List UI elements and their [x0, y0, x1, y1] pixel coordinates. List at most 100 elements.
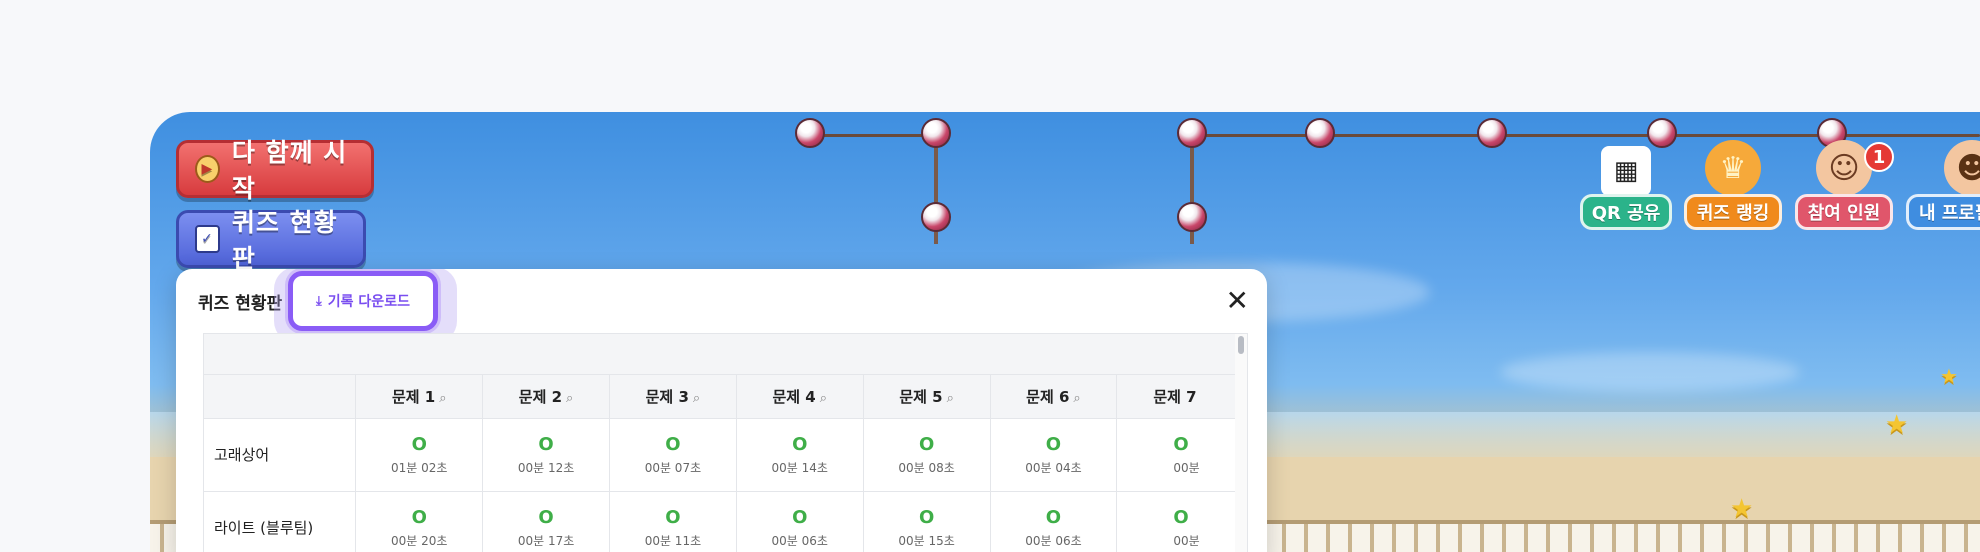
trophy-icon: ♛	[1705, 140, 1761, 196]
column-header[interactable]: 문제 7	[1116, 375, 1247, 419]
search-icon: ⌕	[566, 390, 574, 406]
column-label: 문제 4	[772, 387, 816, 406]
result-cell: O 00분 06초	[990, 491, 1118, 552]
download-record-label: 기록 다운로드	[327, 294, 410, 310]
answer-time: 00분 15초	[898, 533, 955, 548]
star-icon: ★	[1940, 364, 1958, 388]
start-all-label: 다 함께 시작	[231, 138, 348, 203]
table-scrollbar[interactable]	[1235, 334, 1247, 552]
result-cell: O 00분 11초	[609, 491, 737, 552]
qr-code-icon: ▦	[1601, 146, 1651, 196]
download-icon: ⤓	[316, 293, 322, 309]
star-icon: ★	[1885, 410, 1909, 440]
quiz-board-panel: 퀴즈 현황판 ⤓ 기록 다운로드 ✕ 문제 1 ⌕ 문제 2 ⌕ 문제 3 ⌕ 문제 …	[176, 269, 1267, 552]
column-header[interactable]: 문제 4 ⌕	[736, 375, 864, 419]
panel-title: 퀴즈 현황판	[198, 294, 283, 314]
my-profile-button[interactable]: ☻ 내 프로필	[1906, 140, 1980, 230]
play-icon: ▶	[195, 155, 220, 183]
correct-mark: O	[411, 506, 427, 528]
table-toolbar	[204, 334, 1247, 375]
column-label: 문제 3	[645, 387, 689, 406]
column-label: 문제 6	[1026, 387, 1070, 406]
column-header[interactable]: 문제 5 ⌕	[863, 375, 991, 419]
buoy-icon	[795, 118, 825, 148]
column-header[interactable]: 문제 1 ⌕	[355, 375, 484, 419]
result-cell: O 00분 06초	[736, 491, 864, 552]
close-icon[interactable]: ✕	[1226, 287, 1249, 315]
correct-mark: O	[792, 506, 808, 528]
correct-mark: O	[665, 433, 681, 455]
quiz-ranking-button[interactable]: ♛ 퀴즈 랭킹	[1684, 140, 1782, 230]
result-cell: O 00분 17초	[482, 491, 610, 552]
result-cell: O 01분 02초	[355, 418, 484, 492]
result-cell: O 00분 12초	[482, 418, 610, 492]
clipboard-icon: ✓	[195, 225, 220, 253]
download-record-button[interactable]: ⤓ 기록 다운로드	[288, 271, 438, 331]
answer-time: 00분 12초	[517, 460, 575, 475]
table-row: 라이트 (블루팀) O 00분 20초 O 00분 17초 O 00분 11초 O 00…	[204, 491, 1247, 552]
profile-icon: ☻	[1944, 140, 1980, 196]
buoy-icon	[921, 118, 951, 148]
participants-icon: ☺	[1816, 140, 1872, 196]
quiz-board-label: 퀴즈 현황판	[231, 208, 338, 273]
correct-mark: O	[538, 433, 554, 455]
search-icon: ⌕	[819, 390, 828, 406]
correct-mark: O	[411, 433, 427, 455]
search-icon: ⌕	[439, 390, 447, 406]
star-icon: ★	[1730, 494, 1754, 524]
result-cell: O 00분 15초	[863, 491, 991, 552]
start-all-button[interactable]: ▶ 다 함께 시작	[176, 138, 374, 203]
search-icon: ⌕	[946, 390, 954, 406]
buoy-icon	[1177, 202, 1207, 232]
column-header[interactable]: 문제 6 ⌕	[990, 375, 1118, 419]
result-cell: O 00분	[1116, 418, 1247, 492]
buoy-icon	[1177, 118, 1207, 148]
search-icon: ⌕	[692, 390, 701, 406]
participants-count-badge: 1	[1864, 142, 1894, 172]
correct-mark: O	[918, 433, 935, 455]
quiz-ranking-label: 퀴즈 랭킹	[1684, 194, 1782, 230]
correct-mark: O	[792, 433, 808, 455]
column-label: 문제 7	[1153, 387, 1197, 406]
header-blank	[204, 375, 357, 419]
buoy-icon	[1305, 118, 1335, 148]
scrollbar-thumb[interactable]	[1238, 336, 1244, 354]
sea-glint	[1500, 352, 1800, 392]
rope-line	[810, 134, 938, 137]
result-cell: O 00분 20초	[355, 491, 484, 552]
column-header[interactable]: 문제 2 ⌕	[482, 375, 610, 419]
quiz-status-table: 문제 1 ⌕ 문제 2 ⌕ 문제 3 ⌕ 문제 4 ⌕ 문제 5 ⌕ 문제 6 ⌕ 문제 7…	[203, 333, 1248, 552]
result-cell: O 00분 14초	[736, 418, 864, 492]
participant-name: 라이트 (블루팀)	[204, 491, 357, 552]
result-cell: O 00분	[1116, 491, 1247, 552]
answer-time: 00분 11초	[644, 533, 702, 548]
answer-time: 00분 08초	[898, 460, 955, 475]
correct-mark: O	[665, 506, 681, 528]
quiz-board-button[interactable]: ✓ 퀴즈 현황판	[176, 208, 366, 273]
participants-label: 참여 인원	[1795, 194, 1893, 230]
qr-share-button[interactable]: ▦ QR 공유	[1580, 140, 1672, 230]
table-row: 고래상어 O 01분 02초 O 00분 12초 O 00분 07초 O 00분 14초…	[204, 418, 1247, 492]
search-icon: ⌕	[1073, 390, 1081, 406]
correct-mark: O	[1045, 506, 1062, 528]
table-header-row: 문제 1 ⌕ 문제 2 ⌕ 문제 3 ⌕ 문제 4 ⌕ 문제 5 ⌕ 문제 6 ⌕ 문제 7	[204, 375, 1247, 419]
my-profile-label: 내 프로필	[1906, 194, 1980, 230]
answer-time: 00분 06초	[1025, 533, 1082, 548]
participant-name: 고래상어	[204, 418, 357, 492]
answer-time: 00분 07초	[644, 460, 702, 475]
result-cell: O 00분 08초	[863, 418, 991, 492]
answer-time: 00분 06초	[771, 533, 828, 548]
qr-share-label: QR 공유	[1580, 194, 1672, 230]
column-label: 문제 1	[391, 387, 436, 406]
answer-time: 00분 20초	[391, 533, 448, 548]
answer-time: 00분 14초	[771, 460, 828, 475]
answer-time: 00분 04초	[1025, 460, 1082, 475]
answer-time: 01분 02초	[391, 460, 448, 475]
correct-mark: O	[1045, 433, 1062, 455]
buoy-icon	[1477, 118, 1507, 148]
answer-time: 00분 17초	[517, 533, 575, 548]
result-cell: O 00분 07초	[609, 418, 737, 492]
correct-mark: O	[918, 506, 935, 528]
correct-mark: O	[538, 506, 554, 528]
column-header[interactable]: 문제 3 ⌕	[609, 375, 737, 419]
